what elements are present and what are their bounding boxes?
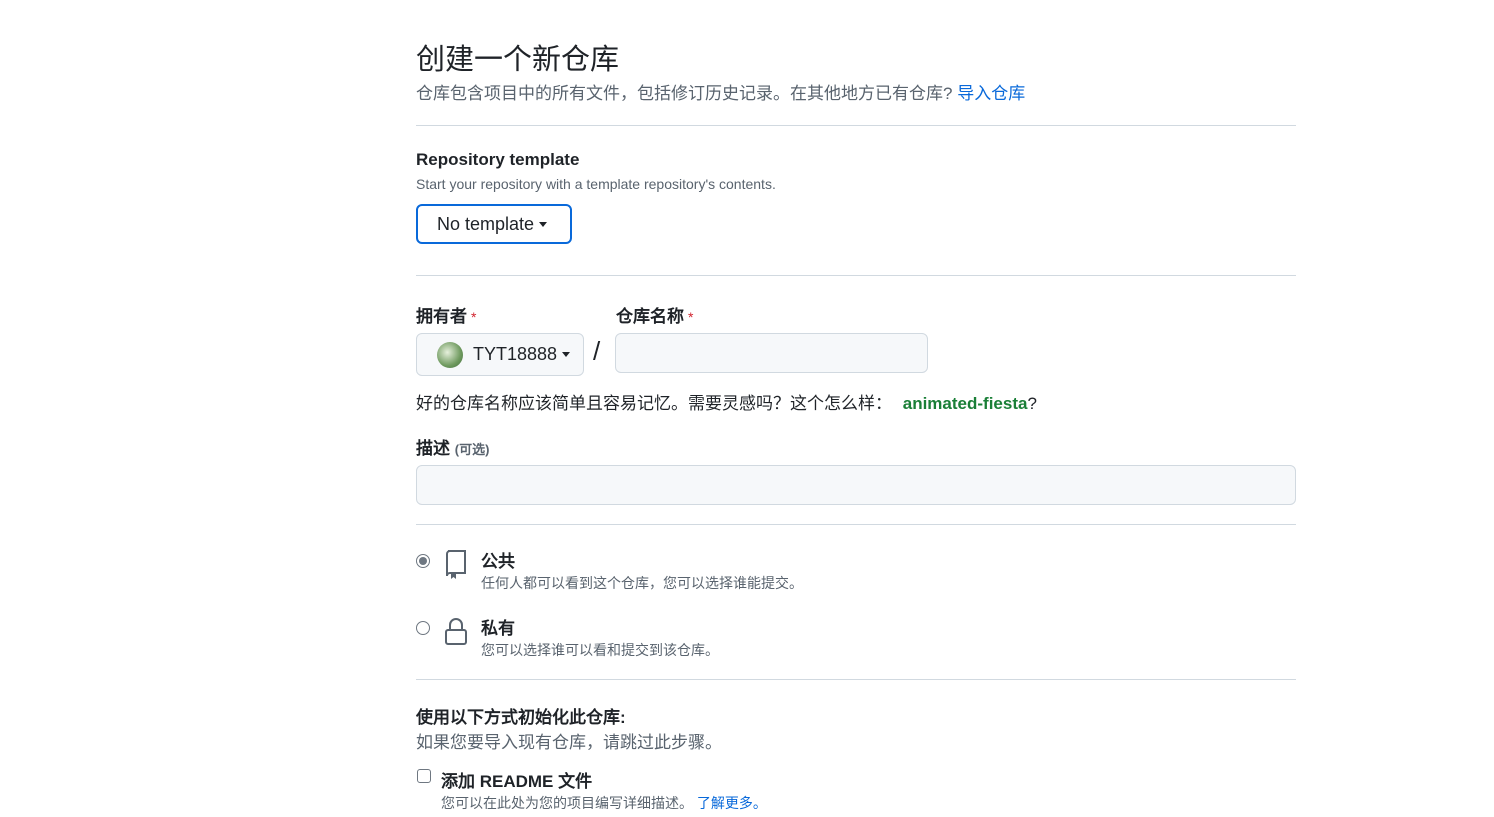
owner-repo-separator: / [593, 336, 601, 366]
visibility-private-option[interactable]: 私有 您可以选择谁可以看和提交到该仓库。 [416, 614, 916, 664]
public-desc: 任何人都可以看到这个仓库，您可以选择谁能提交。 [481, 575, 803, 591]
init-hint: 如果您要导入现有仓库，请跳过此步骤。 [416, 733, 722, 752]
repo-name-label: 仓库名称 * [616, 302, 693, 327]
description-input[interactable] [416, 465, 1296, 505]
page-title: 创建一个新仓库 [416, 44, 620, 76]
hint-text: 好的仓库名称应该简单且容易记忆。需要灵感吗？这个怎么样： [416, 394, 892, 413]
template-value: No template [437, 213, 535, 234]
owner-dropdown[interactable]: TYT18888 [416, 333, 584, 376]
import-repo-link[interactable]: 导入仓库 [957, 84, 1025, 103]
private-title: 私有 [481, 619, 515, 638]
required-mark: * [688, 309, 694, 325]
repo-name-hint: 好的仓库名称应该简单且容易记忆。需要灵感吗？这个怎么样： animated-fi… [416, 389, 1037, 414]
optional-mark: (可选) [454, 442, 490, 457]
divider [416, 125, 1296, 126]
readme-checkbox[interactable] [417, 769, 431, 783]
repo-name-label-text: 仓库名称 [616, 307, 684, 326]
template-hint: Start your repository with a template re… [416, 176, 776, 192]
hint-suffix: ? [1027, 394, 1037, 413]
subtitle-text: 仓库包含项目中的所有文件，包括修订历史记录。在其他地方已有仓库? [416, 84, 953, 103]
template-label: Repository template [416, 150, 580, 169]
owner-avatar [437, 341, 463, 368]
private-radio[interactable] [416, 621, 430, 635]
page-subtitle: 仓库包含项目中的所有文件，包括修订历史记录。在其他地方已有仓库? 导入仓库 [416, 79, 1025, 104]
caret-down-icon [539, 221, 548, 227]
init-title: 使用以下方式初始化此仓库: [416, 708, 626, 727]
owner-value: TYT18888 [473, 344, 558, 364]
owner-label-text: 拥有者 [416, 307, 467, 326]
public-title: 公共 [481, 552, 515, 571]
public-radio[interactable] [416, 554, 430, 568]
readme-desc-text: 您可以在此处为您的项目编写详细描述。 [441, 795, 693, 811]
divider [416, 524, 1296, 525]
owner-label: 拥有者 * [416, 302, 476, 327]
lock-icon [445, 618, 467, 645]
divider [416, 275, 1296, 276]
template-dropdown[interactable]: No template [416, 204, 572, 244]
description-label: 描述 (可选) [416, 434, 489, 459]
visibility-public-option[interactable]: 公共 任何人都可以看到这个仓库，您可以选择谁能提交。 [416, 547, 916, 597]
readme-desc: 您可以在此处为您的项目编写详细描述。 了解更多。 [441, 793, 767, 813]
caret-down-icon [562, 352, 571, 357]
repo-name-input[interactable] [615, 333, 928, 373]
repo-book-icon [446, 550, 466, 579]
divider [416, 679, 1296, 680]
learn-more-link[interactable]: 了解更多。 [697, 795, 767, 811]
description-label-text: 描述 [416, 439, 450, 458]
required-mark: * [471, 309, 477, 325]
private-desc: 您可以选择谁可以看和提交到该仓库。 [481, 642, 719, 658]
name-suggestion[interactable]: animated-fiesta [903, 394, 1028, 413]
readme-label[interactable]: 添加 README 文件 [441, 767, 592, 792]
